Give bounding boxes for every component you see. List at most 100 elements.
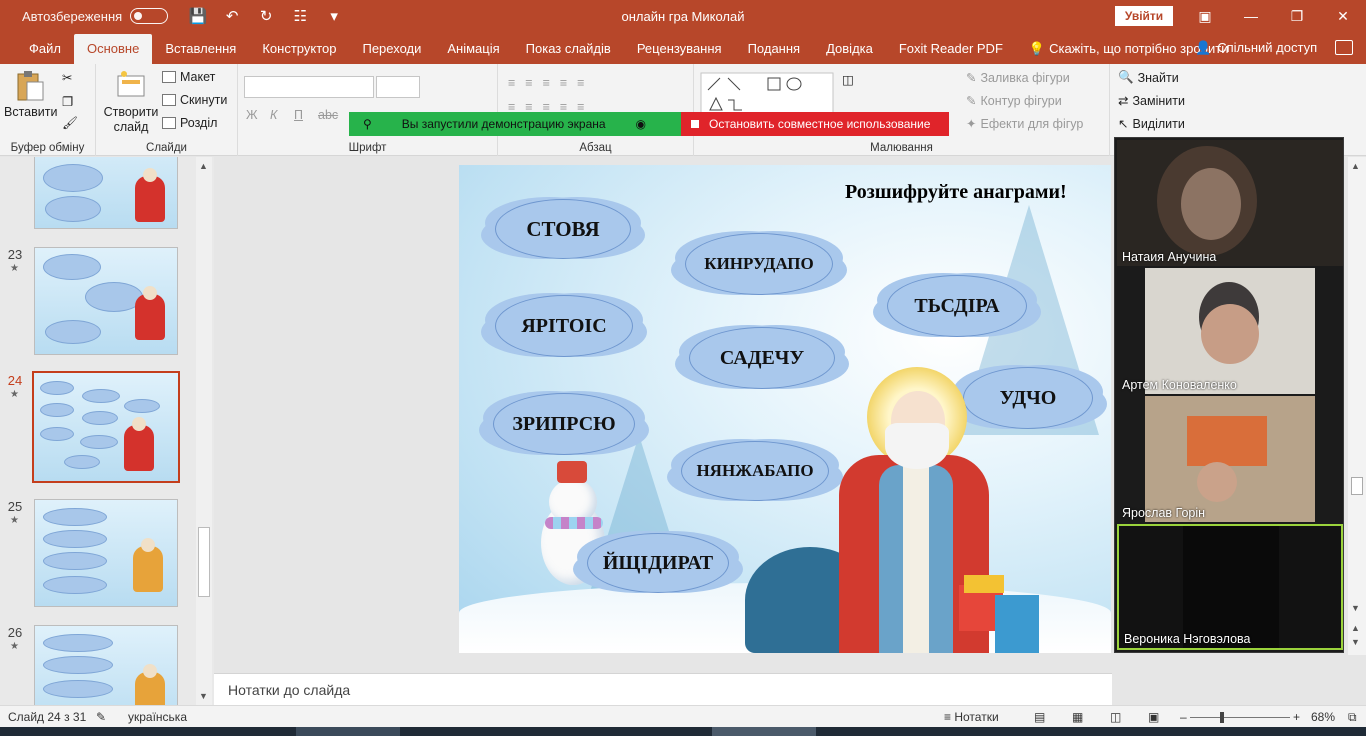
arrange-icon[interactable]: ◫ — [842, 72, 854, 87]
shapes-gallery[interactable] — [700, 72, 834, 116]
language-indicator[interactable]: українська — [128, 710, 187, 724]
anagram-cloud-9[interactable]: ЙЩІДИРАТ — [587, 533, 729, 593]
redo-icon[interactable]: ↻ — [256, 7, 276, 25]
replace-button[interactable]: ⇄ Замінити — [1118, 93, 1185, 109]
reading-view-icon[interactable]: ◫ — [1110, 710, 1121, 724]
paste-button[interactable]: Вставити — [4, 70, 57, 120]
prev-slide-icon[interactable]: ▲ — [1351, 623, 1360, 633]
participant-tile-active[interactable]: Вероника Нэговэлова — [1117, 524, 1343, 650]
format-painter-icon[interactable]: 🖌 — [62, 116, 78, 131]
tab-review[interactable]: Рецензування — [624, 34, 735, 64]
strikethrough-button[interactable]: abc — [318, 108, 338, 122]
comments-icon[interactable] — [1335, 40, 1353, 55]
minimize-icon[interactable]: — — [1228, 0, 1274, 32]
anagram-cloud-7[interactable]: ЗРИПРСЮ — [493, 393, 635, 455]
normal-view-icon[interactable]: ▤ — [1034, 710, 1045, 724]
scroll-down-icon[interactable]: ▼ — [1351, 603, 1360, 613]
font-name-combo[interactable] — [244, 76, 374, 98]
customize-qat-icon[interactable]: ▾ — [324, 7, 344, 25]
zoom-out-icon[interactable]: – — [1180, 710, 1187, 724]
layout-button[interactable]: Макет — [162, 70, 215, 84]
thumbnail-image-selected[interactable] — [32, 371, 180, 483]
italic-button[interactable]: К — [270, 108, 277, 122]
autosave-toggle[interactable] — [130, 8, 169, 24]
participant-tile[interactable]: Натаия Анучина — [1117, 140, 1343, 266]
scrollbar-thumb[interactable] — [198, 527, 210, 597]
thumbnail-24[interactable]: 24 ★ — [0, 371, 200, 483]
copy-icon[interactable]: ❐ — [62, 94, 73, 109]
autosave[interactable]: Автозбереження — [22, 8, 169, 24]
tab-help[interactable]: Довідка — [813, 34, 886, 64]
spellcheck-icon[interactable]: ✎ — [96, 710, 106, 724]
scroll-down-icon[interactable]: ▼ — [199, 691, 208, 701]
tab-design[interactable]: Конструктор — [249, 34, 349, 64]
tab-home[interactable]: Основне — [73, 34, 153, 64]
scroll-up-icon[interactable]: ▲ — [1351, 161, 1360, 171]
tab-view[interactable]: Подання — [735, 34, 814, 64]
shape-outline-button[interactable]: ✎ Контур фігури — [966, 93, 1062, 109]
restore-icon[interactable]: ❐ — [1274, 0, 1320, 32]
participant-tile[interactable]: Артем Коноваленко — [1117, 268, 1343, 394]
zoom-level[interactable]: 68% — [1311, 710, 1335, 724]
bold-button[interactable]: Ж — [246, 108, 258, 122]
new-slide-button[interactable]: Створити слайд — [102, 70, 160, 135]
pin-icon[interactable]: ⚲ — [363, 117, 372, 131]
close-icon[interactable]: ✕ — [1320, 0, 1366, 32]
anagram-cloud-6[interactable]: УДЧО — [963, 367, 1093, 429]
zoom-slider-knob[interactable] — [1220, 712, 1224, 723]
zoom-slider[interactable] — [1190, 717, 1290, 718]
anagram-cloud-2[interactable]: КИНРУДАПО — [685, 233, 833, 295]
slide-title[interactable]: Розшифруйте анаграми! — [845, 181, 1067, 204]
tab-animations[interactable]: Анімація — [434, 34, 512, 64]
thumbnail-image[interactable] — [34, 247, 178, 355]
taskbar-item[interactable] — [296, 727, 400, 736]
thumbnails-scrollbar[interactable]: ▲ ▼ — [196, 157, 212, 705]
thumbnail-25[interactable]: 25 ★ — [0, 499, 200, 609]
present-icon[interactable]: ☷ — [290, 7, 310, 25]
notes-pane[interactable]: Нотатки до слайда — [214, 673, 1112, 705]
thumbnail-image[interactable] — [34, 499, 178, 607]
anagram-cloud-3[interactable]: ТЬСДІРА — [887, 275, 1027, 337]
sign-in-button[interactable]: Увійти — [1115, 6, 1173, 26]
slide-sorter-icon[interactable]: ▦ — [1072, 710, 1083, 724]
slide-scrollbar[interactable]: ▲ ▼ ▲ ▼ — [1348, 157, 1366, 655]
fit-slide-icon[interactable]: ⧉ — [1348, 710, 1357, 725]
tab-insert[interactable]: Вставлення — [152, 34, 249, 64]
thumbnail-26[interactable]: 26 ★ — [0, 625, 200, 705]
reset-button[interactable]: Скинути — [162, 93, 227, 107]
ribbon-display-icon[interactable]: ▣ — [1182, 0, 1228, 32]
select-button[interactable]: ↖ Виділити — [1118, 116, 1185, 132]
undo-icon[interactable]: ↶ — [222, 7, 242, 25]
tab-transitions[interactable]: Переходи — [349, 34, 434, 64]
anagram-cloud-4[interactable]: ЯРІТОІС — [495, 295, 633, 357]
anagram-cloud-8[interactable]: НЯНЖАБАПО — [681, 441, 829, 501]
font-size-combo[interactable] — [376, 76, 420, 98]
taskbar-item[interactable] — [712, 727, 816, 736]
underline-button[interactable]: П — [294, 108, 303, 122]
section-button[interactable]: Розділ — [162, 116, 217, 130]
thumbnail-23[interactable]: 23 ★ — [0, 247, 200, 357]
zoom-in-icon[interactable]: + — [1293, 710, 1300, 724]
thumbnail-22[interactable] — [0, 157, 200, 231]
shape-effects-button[interactable]: ✦ Ефекти для фігур — [966, 116, 1083, 132]
thumbnail-image[interactable] — [34, 625, 178, 705]
list-icons[interactable]: ≡≡≡≡≡ — [508, 76, 594, 90]
stop-sharing-button[interactable]: Остановить совместное использование — [681, 112, 949, 136]
save-icon[interactable]: 💾 — [188, 7, 208, 25]
cut-icon[interactable]: ✂ — [62, 70, 72, 85]
anagram-cloud-1[interactable]: СТОВЯ — [495, 199, 631, 259]
tab-slideshow[interactable]: Показ слайдів — [513, 34, 624, 64]
scroll-up-icon[interactable]: ▲ — [199, 161, 208, 171]
thumbnail-image[interactable] — [34, 157, 178, 229]
share-button[interactable]: 👤 Спільний доступ — [1195, 32, 1317, 64]
notes-toggle[interactable]: ≡ Нотатки — [944, 710, 999, 724]
anagram-cloud-5[interactable]: САДЕЧУ — [689, 327, 835, 389]
tab-file[interactable]: Файл — [16, 34, 74, 64]
find-button[interactable]: 🔍 Знайти — [1118, 70, 1179, 85]
slide-canvas[interactable]: Розшифруйте анаграми! СТОВЯ КИНРУДАПО ТЬ… — [459, 165, 1111, 653]
next-slide-icon[interactable]: ▼ — [1351, 637, 1360, 647]
tab-foxit[interactable]: Foxit Reader PDF — [886, 34, 1016, 64]
shape-fill-button[interactable]: ✎ Заливка фігури — [966, 70, 1070, 86]
scrollbar-thumb[interactable] — [1351, 477, 1363, 495]
slideshow-icon[interactable]: ▣ — [1148, 710, 1159, 724]
